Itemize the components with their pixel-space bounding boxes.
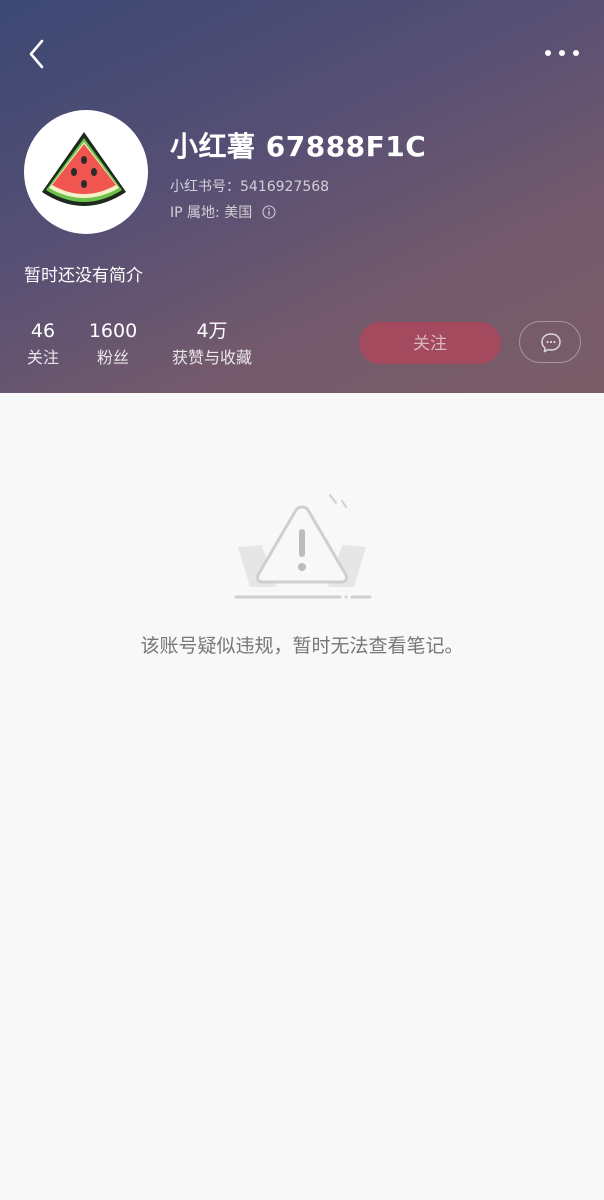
watermelon-icon bbox=[42, 132, 126, 206]
followers-label: 粉丝 bbox=[96, 348, 129, 367]
follow-button[interactable]: 关注 bbox=[359, 322, 501, 364]
ip-location-text: IP 属地: 美国 bbox=[170, 205, 253, 221]
message-button[interactable] bbox=[519, 321, 581, 363]
following-count: 46 bbox=[30, 320, 56, 342]
warning-triangle-icon bbox=[232, 487, 372, 607]
profile-page: 小红薯 67888F1C 小红书号：5416927568 IP 属地: 美国 暂… bbox=[0, 0, 604, 1200]
stat-likes-and-collections[interactable]: 4万 获赞与收藏 bbox=[165, 320, 259, 368]
profile-bio: 暂时还没有简介 bbox=[24, 266, 143, 286]
more-button[interactable] bbox=[540, 38, 584, 68]
stat-followers[interactable]: 1600 粉丝 bbox=[86, 320, 140, 368]
likes-count: 4万 bbox=[196, 320, 228, 342]
profile-id: 小红书号：5416927568 bbox=[170, 179, 330, 195]
violation-notice-text: 该账号疑似违规，暂时无法查看笔记。 bbox=[140, 635, 464, 657]
profile-ip-location: IP 属地: 美国 bbox=[170, 202, 276, 222]
back-button[interactable] bbox=[18, 34, 58, 74]
following-label: 关注 bbox=[26, 348, 59, 367]
notes-content-area: 该账号疑似违规，暂时无法查看笔记。 bbox=[0, 393, 604, 1200]
followers-count: 1600 bbox=[88, 320, 138, 342]
info-icon[interactable] bbox=[262, 205, 276, 219]
profile-header: 小红薯 67888F1C 小红书号：5416927568 IP 属地: 美国 暂… bbox=[0, 0, 604, 393]
likes-label: 获赞与收藏 bbox=[171, 348, 252, 367]
profile-username: 小红薯 67888F1C bbox=[170, 130, 427, 163]
more-horizontal-icon bbox=[545, 50, 579, 56]
avatar[interactable] bbox=[24, 110, 148, 234]
chat-bubble-icon bbox=[541, 333, 561, 353]
stat-following[interactable]: 46 关注 bbox=[24, 320, 62, 368]
chevron-left-icon bbox=[29, 39, 44, 69]
